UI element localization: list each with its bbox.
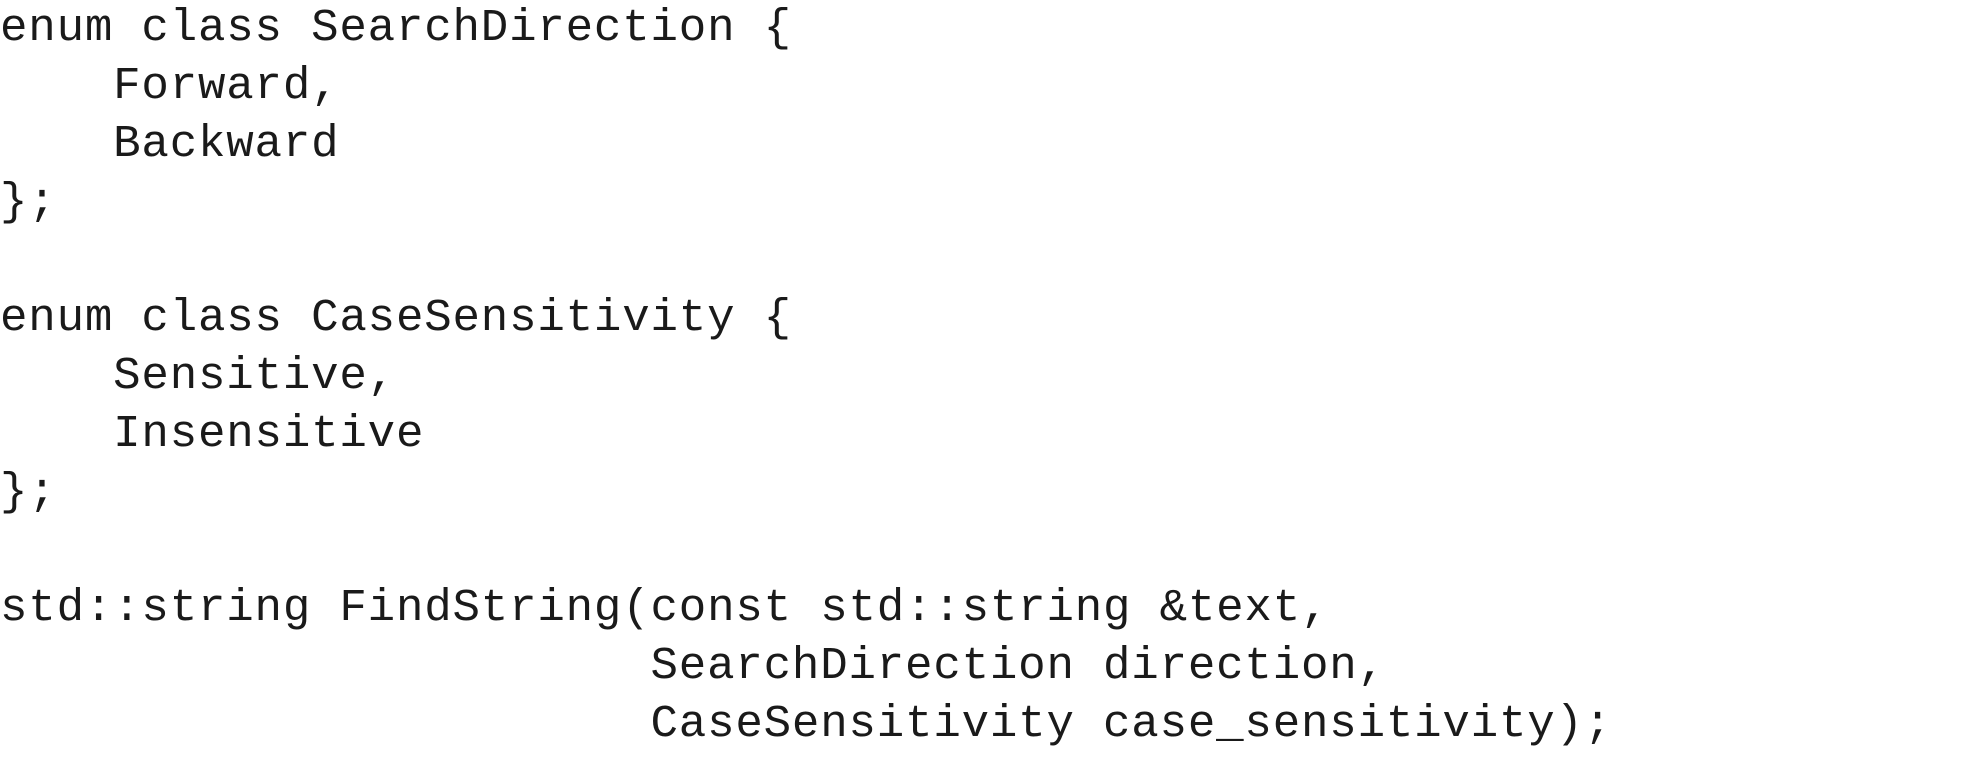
code-line-forward: Forward,	[0, 60, 340, 112]
code-line-close-brace: };	[0, 466, 57, 518]
code-line-insensitive: Insensitive	[0, 408, 425, 460]
code-line-enum-case-sensitivity: enum class CaseSensitivity {	[0, 292, 792, 344]
code-line-close-brace: };	[0, 176, 57, 228]
code-line-sensitive: Sensitive,	[0, 350, 396, 402]
code-line-backward: Backward	[0, 118, 340, 170]
code-line-enum-search-direction: enum class SearchDirection {	[0, 2, 792, 54]
code-line-function-signature: std::string FindString(const std::string…	[0, 582, 1330, 634]
code-line-direction-parameter: SearchDirection direction,	[0, 640, 1386, 692]
code-line-case-sensitivity-parameter: CaseSensitivity case_sensitivity);	[0, 698, 1613, 750]
code-snippet: enum class SearchDirection { Forward, Ba…	[0, 0, 1976, 776]
